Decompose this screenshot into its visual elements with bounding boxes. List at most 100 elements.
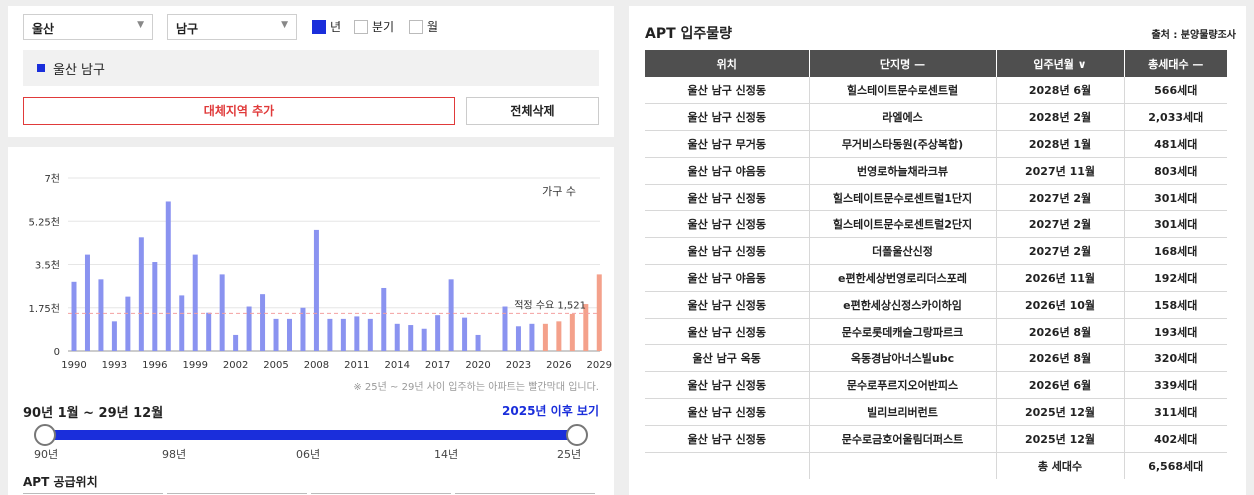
column-header-move-in-date[interactable]: 입주년월 ∨ <box>996 50 1125 77</box>
chart-bar <box>179 295 185 351</box>
table-row[interactable]: 울산 남구 야음동 e편한세상번영로리더스포레 2026년 11월 192세대 <box>645 264 1227 292</box>
cell-complex-name: 힐스테이트문수로센트럴1단지 <box>809 184 997 212</box>
chart-bar <box>448 279 454 351</box>
table-row[interactable]: 울산 남구 무거동 무거비스타동원(주상복합) 2028년 1월 481세대 <box>645 130 1227 158</box>
cell-complex-name: 번영로하늘채라크뷰 <box>809 157 997 185</box>
cell-location: 울산 남구 야음동 <box>645 264 810 292</box>
cell-complex-name: e편한세상신정스카이하임 <box>809 291 997 319</box>
cell-units: 339세대 <box>1124 371 1227 400</box>
x-tick-label: 1999 <box>182 360 207 371</box>
view-after-2025-link[interactable]: 2025년 이후 보기 <box>502 402 599 419</box>
column-header-location[interactable]: 위치 <box>645 50 810 77</box>
cell-location: 울산 남구 신정동 <box>645 318 810 346</box>
month-checkbox[interactable]: 월 <box>409 18 438 35</box>
range-title: 90년 1월 ~ 29년 12월 <box>23 406 164 421</box>
cell-units: 301세대 <box>1124 210 1227 239</box>
x-tick-label: 1990 <box>61 360 86 371</box>
x-tick-label: 2002 <box>223 360 248 371</box>
table-header-row: 위치 단지명 — 입주년월 ∨ 총세대수 — <box>645 50 1227 77</box>
year-checkbox[interactable]: 년 <box>312 18 341 35</box>
chart-bar <box>340 318 346 351</box>
x-tick-label: 2029 <box>587 360 612 371</box>
cell-move-in-date: 2025년 12월 <box>996 425 1125 453</box>
table-row[interactable]: 울산 남구 신정동 빌리브리버런트 2025년 12월 311세대 <box>645 398 1227 426</box>
chart-note: ※ 25년 ~ 29년 사이 입주하는 아파트는 빨간막대 입니다. <box>353 382 599 393</box>
table-row[interactable]: 울산 남구 옥동 옥동경남아너스빌ubc 2026년 8월 320세대 <box>645 344 1227 373</box>
table-row[interactable]: 울산 남구 신정동 힐스테이트문수로센트럴 2028년 6월 566세대 <box>645 77 1227 105</box>
chart-bar <box>394 323 400 351</box>
cell-move-in-date: 2026년 8월 <box>996 344 1125 373</box>
chart-bar <box>138 237 144 351</box>
year-checkbox-label: 년 <box>330 20 342 34</box>
chart-bar <box>71 281 77 351</box>
y-tick-label: 1.75천 <box>29 303 60 315</box>
table-row[interactable]: 울산 남구 신정동 문수로롯데캐슬그랑파르크 2026년 8월 193세대 <box>645 318 1227 346</box>
y-tick-label: 3.5천 <box>35 260 60 272</box>
range-tick: 06년 <box>296 448 321 461</box>
table-row[interactable]: 울산 남구 신정동 더폴울산신정 2027년 2월 168세대 <box>645 237 1227 266</box>
table-row[interactable]: 울산 남구 신정동 e편한세상신정스카이하임 2026년 10월 158세대 <box>645 291 1227 319</box>
chart-bar <box>354 316 360 351</box>
range-tick: 25년 <box>557 448 582 461</box>
table-row[interactable]: 울산 남구 신정동 힐스테이트문수로센트럴1단지 2027년 2월 301세대 <box>645 184 1227 212</box>
table-row[interactable]: 울산 남구 신정동 라엘에스 2028년 2월 2,033세대 <box>645 103 1227 132</box>
cell-move-in-date: 2028년 1월 <box>996 130 1125 158</box>
table-row[interactable]: 울산 남구 신정동 문수로푸르지오어반피스 2026년 6월 339세대 <box>645 371 1227 400</box>
cell-location: 울산 남구 무거동 <box>645 130 810 158</box>
cell-complex-name: 힐스테이트문수로센트럴2단지 <box>809 210 997 239</box>
chart-bar <box>381 287 387 351</box>
cell-units: 566세대 <box>1124 77 1227 105</box>
cell-units: 481세대 <box>1124 130 1227 158</box>
table-row[interactable]: 울산 남구 신정동 힐스테이트문수로센트럴2단지 2027년 2월 301세대 <box>645 210 1227 239</box>
cell-complex-name: 빌리브리버런트 <box>809 398 997 426</box>
chart-bar <box>233 334 239 351</box>
cell-complex-name: 무거비스타동원(주상복합) <box>809 130 997 158</box>
range-slider-end-handle[interactable] <box>566 424 588 446</box>
cell-units: 168세대 <box>1124 237 1227 266</box>
move-in-table: 위치 단지명 — 입주년월 ∨ 총세대수 — 울산 남구 신정동 힐스테이트문수로… <box>645 50 1227 479</box>
x-tick-label: 2026 <box>546 360 571 371</box>
supply-location-title: APT 공급위치 <box>23 475 98 489</box>
district-select[interactable]: 남구 ▼ <box>167 14 297 40</box>
checkbox-icon <box>409 19 423 34</box>
range-slider-start-handle[interactable] <box>34 424 56 446</box>
city-select[interactable]: 울산 ▼ <box>23 14 153 40</box>
cell-units: 193세대 <box>1124 318 1227 346</box>
filter-bar: 울산 ▼ 남구 ▼ 년 분기 월 <box>23 14 483 40</box>
cell-move-in-date: 2026년 11월 <box>996 264 1125 292</box>
chart-bar <box>125 296 131 351</box>
range-slider-track[interactable] <box>45 430 577 440</box>
cell-location: 울산 남구 신정동 <box>645 398 810 426</box>
chart-bar <box>515 326 521 351</box>
table-row[interactable]: 울산 남구 신정동 문수로금호어울림더퍼스트 2025년 12월 402세대 <box>645 425 1227 453</box>
section-divider <box>8 137 614 147</box>
cell-units: 2,033세대 <box>1124 103 1227 132</box>
x-tick-label: 1993 <box>102 360 127 371</box>
chart-bar <box>556 321 562 351</box>
cell-complex-name: 문수로롯데캐슬그랑파르크 <box>809 318 997 346</box>
cell-move-in-date: 2027년 2월 <box>996 237 1125 266</box>
delete-all-button[interactable]: 전체삭제 <box>466 97 599 125</box>
chart-bar <box>408 325 414 351</box>
quarter-checkbox[interactable]: 분기 <box>354 18 394 35</box>
table-source: 출처 : 분양물량조사 <box>1151 30 1236 41</box>
cell-units: 803세대 <box>1124 157 1227 185</box>
cell-units: 158세대 <box>1124 291 1227 319</box>
column-header-complex[interactable]: 단지명 — <box>809 50 997 77</box>
table-row[interactable]: 울산 남구 야음동 번영로하늘채라크뷰 2027년 11월 803세대 <box>645 157 1227 185</box>
table-body: 울산 남구 신정동 힐스테이트문수로센트럴 2028년 6월 566세대 울산 남구 신… <box>645 77 1227 479</box>
left-panel: 울산 ▼ 남구 ▼ 년 분기 월 울산 남구 대체지역 추가 전체삭제 0 1.… <box>8 6 614 495</box>
cell-location: 울산 남구 야음동 <box>645 157 810 185</box>
chart-bar <box>165 201 171 351</box>
x-tick-label: 2005 <box>263 360 288 371</box>
chart-bar <box>152 262 158 351</box>
column-header-units[interactable]: 총세대수 — <box>1124 50 1227 77</box>
y-tick-label: 5.25천 <box>29 216 60 228</box>
x-tick-label: 2023 <box>506 360 531 371</box>
cell-units: 402세대 <box>1124 425 1227 453</box>
add-region-button[interactable]: 대체지역 추가 <box>23 97 455 125</box>
cell-complex-name: 더폴울산신정 <box>809 237 997 266</box>
chart-bar <box>260 294 266 351</box>
region-chip-label: 울산 남구 <box>53 62 105 78</box>
empty-cell <box>809 452 997 479</box>
